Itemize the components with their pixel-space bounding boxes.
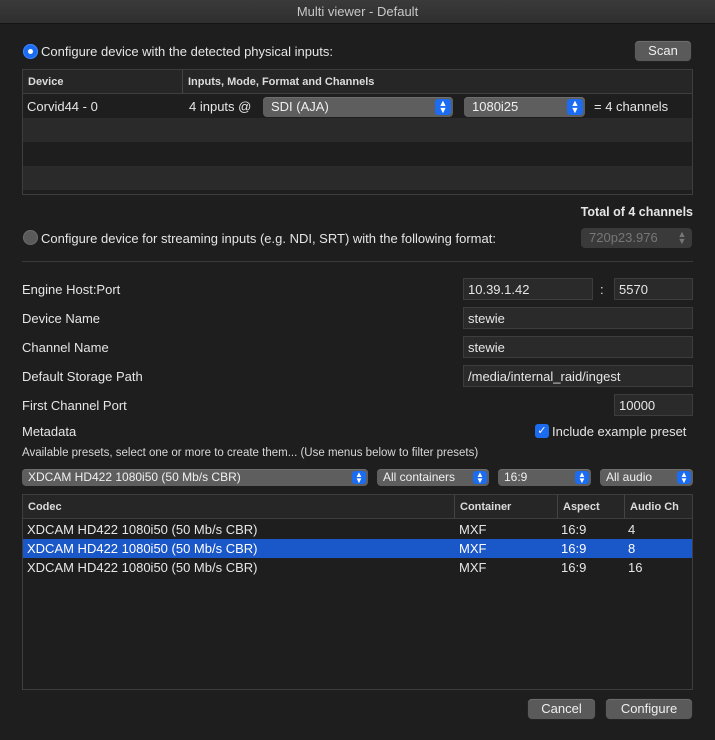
codec-filter-select[interactable]: XDCAM HD422 1080i50 (50 Mb/s CBR) ▲ ▼ — [22, 469, 368, 486]
device-name-label: Device Name — [22, 311, 101, 326]
audio-ch-cell: 16 — [628, 560, 643, 575]
device-name-input[interactable] — [463, 307, 693, 329]
divider — [22, 261, 693, 262]
streaming-format-value: 720p23.976 — [589, 230, 658, 245]
physical-inputs-radio[interactable] — [23, 44, 38, 59]
include-example-checkbox[interactable]: ✓ — [535, 424, 549, 438]
container-cell: MXF — [459, 560, 487, 575]
engine-host-input[interactable] — [463, 278, 593, 300]
channels-count-text: = 4 channels — [594, 99, 669, 114]
channel-name-input[interactable] — [463, 336, 693, 358]
first-channel-port-input[interactable] — [614, 394, 693, 416]
column-audio-ch[interactable]: Audio Ch — [625, 495, 693, 519]
total-channels-label: Total of 4 channels — [580, 205, 693, 219]
input-mode-value: SDI (AJA) — [271, 99, 329, 114]
scan-button[interactable]: Scan — [635, 41, 691, 61]
channel-name-label: Channel Name — [22, 340, 109, 355]
aspect-cell: 16:9 — [561, 522, 587, 537]
device-table: Device Inputs, Mode, Format and Channels… — [22, 69, 693, 195]
checkmark-icon: ✓ — [537, 425, 547, 437]
column-container[interactable]: Container — [455, 495, 558, 519]
chevron-up-down-icon: ▲ ▼ — [575, 471, 589, 485]
audio-ch-cell: 4 — [628, 522, 636, 537]
table-row[interactable]: XDCAM HD422 1080i50 (50 Mb/s CBR) MXF 16… — [23, 520, 692, 539]
empty-row — [23, 166, 692, 190]
engine-host-label: Engine Host:Port — [22, 282, 121, 297]
audio-ch-cell: 8 — [628, 541, 636, 556]
column-inputs[interactable]: Inputs, Mode, Format and Channels — [183, 70, 693, 94]
table-row[interactable]: XDCAM HD422 1080i50 (50 Mb/s CBR) MXF 16… — [23, 558, 692, 577]
include-example-label: Include example preset — [552, 424, 687, 439]
chevron-up-down-icon: ▲ ▼ — [677, 471, 691, 485]
streaming-format-select[interactable]: 720p23.976 ▲ ▼ — [581, 228, 692, 248]
chevron-up-down-icon: ▲ ▼ — [567, 99, 583, 115]
column-codec[interactable]: Codec — [23, 495, 455, 519]
storage-path-label: Default Storage Path — [22, 369, 143, 384]
presets-hint: Available presets, select one or more to… — [22, 447, 479, 459]
column-aspect[interactable]: Aspect — [558, 495, 625, 519]
input-mode-select[interactable]: SDI (AJA) ▲ ▼ — [263, 97, 453, 117]
inputs-count-text: 4 inputs @ — [189, 99, 252, 114]
aspect-filter-select[interactable]: 16:9 ▲ ▼ — [498, 469, 591, 486]
empty-row — [23, 118, 692, 142]
device-row[interactable]: Corvid44 - 0 4 inputs @ SDI (AJA) ▲ ▼ 108… — [23, 94, 692, 118]
table-row-selected[interactable]: XDCAM HD422 1080i50 (50 Mb/s CBR) MXF 16… — [23, 539, 692, 558]
chevron-up-down-icon: ▲ ▼ — [473, 471, 487, 485]
chevron-up-down-icon: ▲ ▼ — [352, 471, 366, 485]
video-format-select[interactable]: 1080i25 ▲ ▼ — [464, 97, 585, 117]
codec-cell: XDCAM HD422 1080i50 (50 Mb/s CBR) — [27, 560, 258, 575]
streaming-inputs-label: Configure device for streaming inputs (e… — [41, 231, 496, 246]
aspect-filter-value: 16:9 — [504, 470, 528, 484]
aspect-cell: 16:9 — [561, 541, 587, 556]
streaming-inputs-radio[interactable] — [23, 230, 38, 245]
container-cell: MXF — [459, 522, 487, 537]
aspect-cell: 16:9 — [561, 560, 587, 575]
presets-table: Codec Container Aspect Audio Ch XDCAM HD… — [22, 494, 693, 690]
column-device[interactable]: Device — [23, 70, 183, 94]
presets-table-header: Codec Container Aspect Audio Ch — [23, 495, 692, 519]
chevron-up-down-icon: ▲ ▼ — [677, 229, 687, 246]
storage-path-input[interactable] — [463, 365, 693, 387]
first-channel-port-label: First Channel Port — [22, 398, 127, 413]
device-table-header: Device Inputs, Mode, Format and Channels — [23, 70, 692, 94]
container-filter-select[interactable]: All containers ▲ ▼ — [377, 469, 489, 486]
container-cell: MXF — [459, 541, 487, 556]
physical-inputs-label: Configure device with the detected physi… — [41, 44, 333, 59]
video-format-value: 1080i25 — [472, 99, 519, 114]
host-port-separator: : — [600, 282, 604, 297]
codec-cell: XDCAM HD422 1080i50 (50 Mb/s CBR) — [27, 522, 258, 537]
engine-port-input[interactable] — [614, 278, 693, 300]
codec-filter-value: XDCAM HD422 1080i50 (50 Mb/s CBR) — [28, 470, 241, 484]
codec-cell: XDCAM HD422 1080i50 (50 Mb/s CBR) — [27, 541, 258, 556]
cancel-button[interactable]: Cancel — [528, 699, 595, 719]
empty-row — [23, 142, 692, 166]
device-name-cell: Corvid44 - 0 — [27, 99, 98, 114]
container-filter-value: All containers — [383, 470, 456, 484]
audio-filter-select[interactable]: All audio ▲ ▼ — [600, 469, 693, 486]
audio-filter-value: All audio — [606, 470, 653, 484]
chevron-up-down-icon: ▲ ▼ — [435, 99, 451, 115]
window-title: Multi viewer - Default — [0, 0, 715, 24]
metadata-label: Metadata — [22, 424, 77, 439]
configure-button[interactable]: Configure — [606, 699, 692, 719]
